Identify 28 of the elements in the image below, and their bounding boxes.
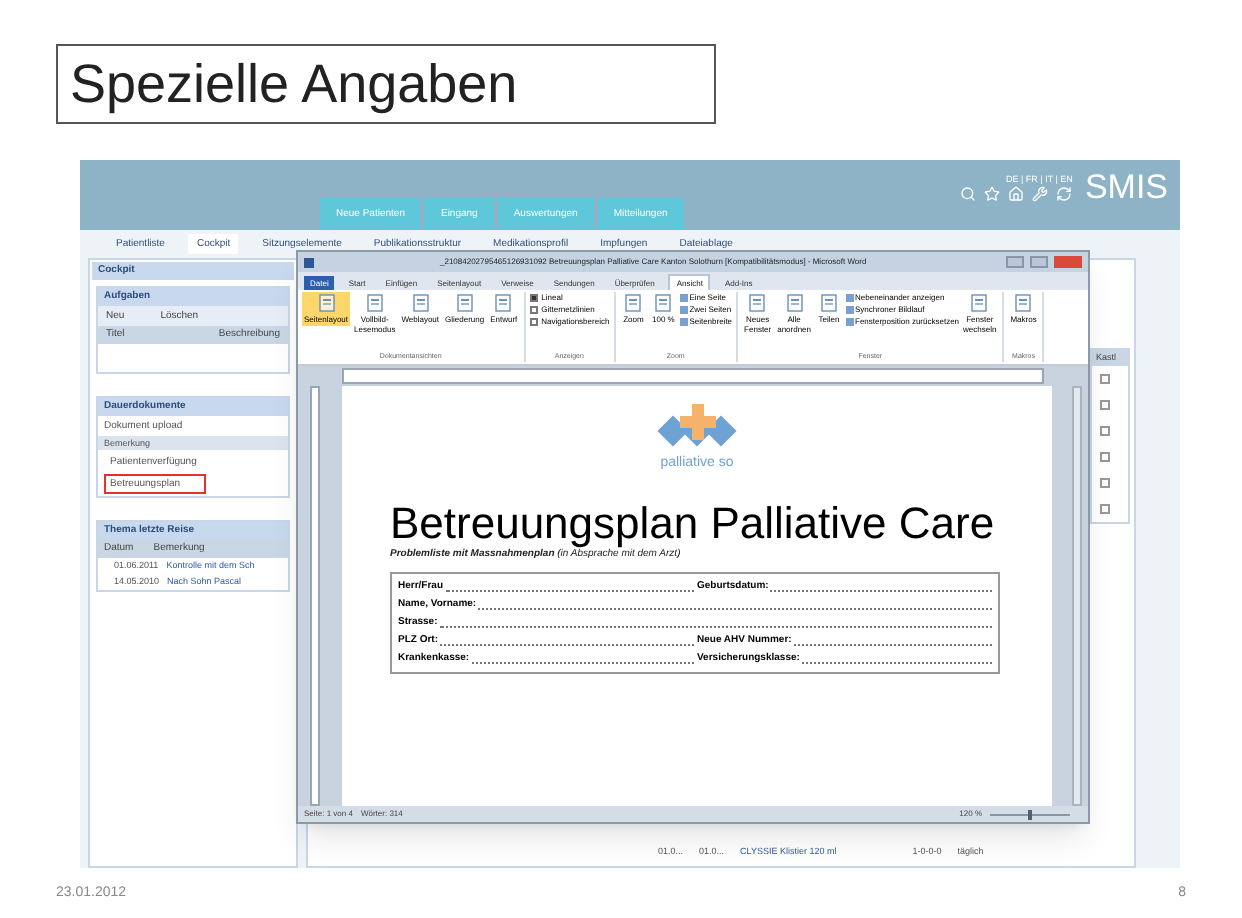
slide-title: Spezielle Angaben — [56, 44, 716, 124]
checkbox[interactable] — [1100, 400, 1110, 410]
fill-in-line[interactable] — [445, 590, 693, 592]
fill-in-line[interactable] — [801, 662, 992, 664]
checkbox[interactable] — [529, 318, 538, 326]
checkbox[interactable] — [1100, 426, 1110, 436]
fill-in-line[interactable] — [439, 626, 992, 628]
checkbox[interactable] — [529, 306, 538, 314]
search-icon[interactable] — [960, 186, 977, 202]
app-logo: SMIS — [1084, 168, 1168, 208]
refresh-icon[interactable] — [1056, 186, 1073, 202]
minimize-button[interactable] — [1006, 256, 1024, 268]
home-icon[interactable] — [1008, 186, 1025, 202]
document-heading: Betreuungsplan Palliative Care — [390, 500, 997, 548]
document-icon — [317, 294, 335, 312]
fill-in-line[interactable] — [478, 608, 992, 610]
fill-in-line[interactable] — [770, 590, 992, 592]
checkbox[interactable] — [529, 294, 538, 302]
fill-in-line[interactable] — [471, 662, 693, 664]
maximize-button[interactable] — [1030, 256, 1048, 268]
star-icon[interactable] — [984, 186, 1001, 202]
checkbox[interactable] — [1100, 478, 1110, 488]
fill-in-line[interactable] — [793, 644, 992, 646]
checkbox[interactable] — [1100, 452, 1110, 462]
fill-in-line[interactable] — [440, 644, 693, 646]
checkbox[interactable] — [1100, 504, 1110, 514]
checkbox[interactable] — [1100, 374, 1110, 384]
wrench-icon[interactable] — [1032, 186, 1049, 202]
